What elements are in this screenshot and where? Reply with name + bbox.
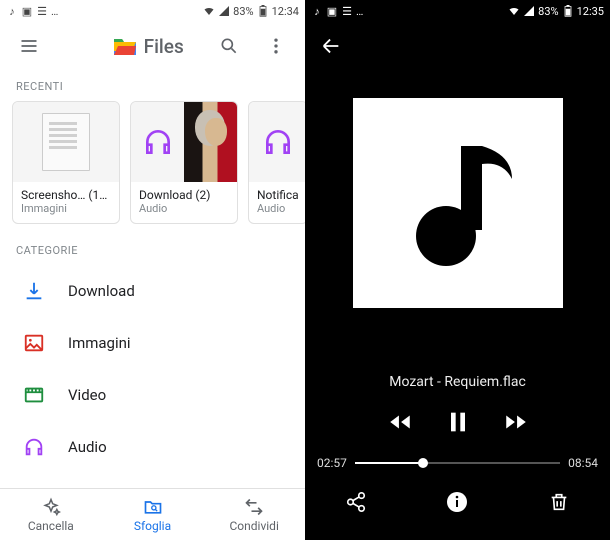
video-icon [20, 381, 48, 409]
info-icon [445, 490, 469, 514]
category-download[interactable]: Download [4, 265, 301, 317]
share-icon [345, 491, 367, 513]
clock-text: 12:35 [577, 5, 604, 18]
battery-icon [562, 5, 574, 17]
status-bar: ♪ ▣ ☰ … 83% 12:34 [0, 0, 305, 22]
search-icon [219, 36, 239, 56]
music-note-icon: ♪ [311, 5, 323, 17]
category-audio[interactable]: Audio [4, 421, 301, 473]
headphones-icon [20, 433, 48, 461]
headphones-icon [262, 126, 294, 158]
category-label: Download [68, 282, 135, 300]
more-indicator: … [51, 5, 58, 18]
sd-icon: ☰ [36, 5, 48, 17]
card-subtitle: Audio [257, 202, 299, 215]
forward-icon [503, 409, 529, 435]
arrow-back-icon [320, 35, 342, 57]
wifi-icon [203, 5, 215, 17]
mozart-portrait-thumb [184, 102, 237, 182]
app-bar: Files [0, 22, 305, 70]
recent-cards-row: Screensho… (146) Immagini Download (2) A… [0, 101, 305, 234]
forward-button[interactable] [500, 406, 532, 438]
card-subtitle: Immagini [21, 202, 111, 215]
nav-browse[interactable]: Sfoglia [102, 489, 204, 540]
hamburger-icon [19, 36, 39, 56]
menu-button[interactable] [12, 28, 46, 64]
rewind-icon [387, 409, 413, 435]
files-app-screen: ♪ ▣ ☰ … 83% 12:34 [0, 0, 305, 540]
bottom-nav: Cancella Sfoglia Condividi [0, 488, 305, 540]
nav-label: Sfoglia [134, 519, 171, 533]
headphones-icon [142, 126, 174, 158]
section-header-categories: CATEGORIE [0, 234, 305, 265]
signal-icon [523, 5, 535, 17]
trash-icon [548, 491, 570, 513]
battery-icon [257, 5, 269, 17]
progress-fill [355, 462, 423, 464]
category-images[interactable]: Immagini [4, 317, 301, 369]
recent-card[interactable]: Screensho… (146) Immagini [12, 101, 120, 224]
overflow-menu-button[interactable] [259, 28, 293, 64]
playback-controls [305, 406, 610, 438]
more-indicator: … [356, 5, 363, 18]
image-icon: ▣ [326, 5, 338, 17]
battery-text: 83% [233, 5, 253, 18]
nav-clean[interactable]: Cancella [0, 489, 102, 540]
wifi-icon [508, 5, 520, 17]
card-subtitle: Audio [139, 202, 229, 215]
status-bar: ♪ ▣ ☰ … 83% 12:35 [305, 0, 610, 22]
nav-share[interactable]: Condividi [203, 489, 305, 540]
image-icon: ▣ [21, 5, 33, 17]
progress-bar[interactable] [355, 462, 560, 464]
progress-handle[interactable] [418, 458, 428, 468]
category-video[interactable]: Video [4, 369, 301, 421]
recent-card[interactable]: Notifica Audio [248, 101, 305, 224]
folder-search-icon [143, 497, 163, 517]
files-logo-icon [112, 35, 138, 57]
back-button[interactable] [315, 30, 347, 62]
album-art [353, 98, 563, 308]
category-label: Audio [68, 438, 107, 456]
sd-icon: ☰ [341, 5, 353, 17]
category-label: Video [68, 386, 106, 404]
nav-label: Cancella [28, 519, 74, 533]
card-title: Screensho… (146) [21, 188, 111, 202]
clock-text: 12:34 [272, 5, 299, 18]
audio-player-screen: ♪ ▣ ☰ … 83% 12:35 [305, 0, 610, 540]
category-label: Immagini [68, 334, 131, 352]
card-title: Notifica [257, 188, 299, 202]
share-button[interactable] [340, 486, 372, 518]
battery-text: 83% [538, 5, 558, 18]
nav-label: Condividi [229, 519, 278, 533]
music-note-icon: ♪ [6, 5, 18, 17]
sparkle-icon [41, 497, 61, 517]
pause-button[interactable] [442, 406, 474, 438]
app-title: Files [144, 35, 184, 58]
signal-icon [218, 5, 230, 17]
search-button[interactable] [212, 28, 246, 64]
download-icon [20, 277, 48, 305]
info-button[interactable] [441, 486, 473, 518]
music-note-icon [383, 128, 533, 278]
section-header-recent: RECENTI [0, 70, 305, 101]
card-title: Download (2) [139, 188, 229, 202]
track-title: Mozart - Requiem.flac [305, 374, 610, 390]
pause-icon [444, 408, 472, 436]
time-duration: 08:54 [568, 456, 598, 470]
delete-button[interactable] [543, 486, 575, 518]
image-icon [20, 329, 48, 357]
recent-card[interactable]: Download (2) Audio [130, 101, 238, 224]
rewind-button[interactable] [384, 406, 416, 438]
time-elapsed: 02:57 [317, 456, 347, 470]
more-vert-icon [266, 36, 286, 56]
screenshot-thumb-icon [42, 113, 90, 171]
send-receive-icon [244, 497, 264, 517]
